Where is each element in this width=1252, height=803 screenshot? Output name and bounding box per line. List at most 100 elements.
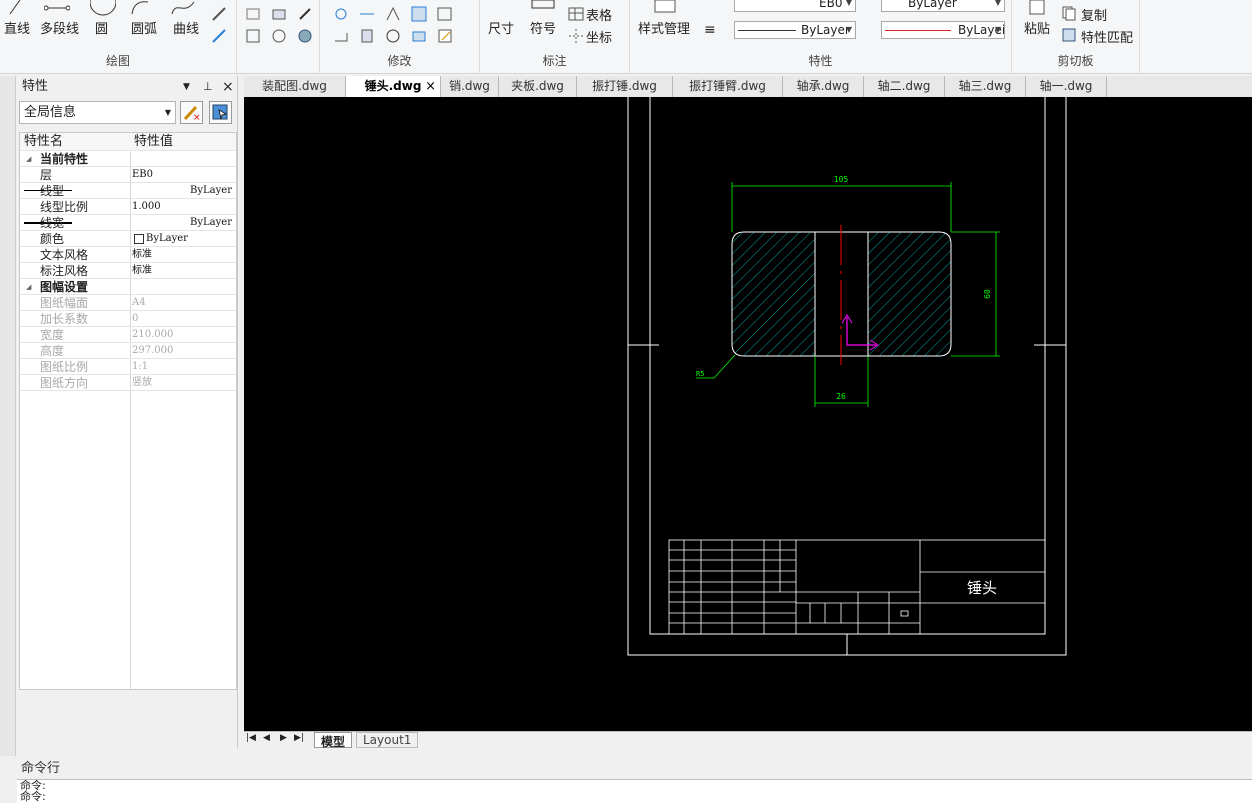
pin-icon[interactable]: ⊥ (203, 76, 213, 98)
property-value[interactable]: ByLayer (146, 231, 250, 247)
rectangle-icon[interactable] (244, 5, 262, 23)
offset-icon[interactable] (410, 5, 428, 23)
property-value[interactable]: ByLayer (132, 215, 236, 231)
property-row[interactable]: 标注风格 标准 (20, 263, 236, 279)
layer-combo[interactable]: EB0 ▼ (734, 0, 856, 12)
color-combo[interactable]: ByLayer ▼ (881, 0, 1005, 12)
property-row[interactable]: 图纸方向 竖放 (20, 375, 236, 391)
property-row[interactable]: 高度 297.000 (20, 343, 236, 359)
circle-button[interactable]: 圆 (95, 18, 108, 37)
property-row[interactable]: 线型比例 1.000 (20, 199, 236, 215)
command-history[interactable]: 命令: 命令: (17, 779, 1252, 803)
quick-select-icon (212, 104, 228, 120)
collapse-icon[interactable]: ◢ (26, 279, 31, 295)
point-icon[interactable] (296, 5, 314, 23)
tab-document[interactable]: 锤头.dwg × (346, 76, 441, 97)
dimension-button[interactable]: 尺寸 (488, 18, 514, 37)
construction-line-icon[interactable] (210, 27, 228, 45)
toggle-pickadd-button[interactable]: × (180, 101, 203, 124)
drawing-canvas[interactable]: 105 60 26 R5 锤头 (244, 97, 1252, 731)
tab-document[interactable]: 销.dwg (441, 76, 499, 97)
clipboard-group-label: 剪切板 (1057, 54, 1094, 68)
prev-layout-icon[interactable]: ◀ (263, 733, 270, 743)
move-icon[interactable] (332, 5, 350, 23)
property-value[interactable]: 标准 (132, 247, 236, 263)
next-layout-icon[interactable]: ▶ (280, 733, 287, 743)
tab-label: 振打锤臂.dwg (689, 79, 766, 93)
property-row[interactable]: 图纸幅面 A4 (20, 295, 236, 311)
tab-close-icon[interactable]: × (425, 76, 436, 97)
coord-button[interactable]: 坐标 (586, 27, 612, 46)
property-row[interactable]: ◢ 图幅设置 (20, 279, 236, 295)
symbol-button[interactable]: 符号 (530, 18, 556, 37)
arc-button[interactable]: 圆弧 (131, 18, 157, 37)
first-layout-icon[interactable]: |◀ (246, 733, 256, 743)
pen-icon[interactable] (210, 5, 228, 23)
property-value[interactable]: 标准 (132, 263, 236, 279)
scale-icon[interactable] (358, 27, 376, 45)
edit-icon[interactable] (436, 27, 454, 45)
lineweight-list-icon[interactable]: ≡ (704, 22, 716, 38)
rotate-icon[interactable] (384, 27, 402, 45)
property-value[interactable]: EB0 (132, 167, 236, 183)
property-row[interactable]: 线型 ByLayer (20, 183, 236, 199)
table-button[interactable]: 表格 (586, 5, 612, 24)
copy-button[interactable]: 复制 (1081, 5, 1107, 24)
paste-button[interactable]: 粘贴 (1024, 18, 1050, 37)
line-button[interactable]: 直线 (4, 18, 30, 37)
command-area: 命令行 命令: 命令: (17, 755, 1252, 803)
side-strip[interactable] (0, 76, 16, 756)
property-row[interactable]: 线宽 ByLayer (20, 215, 236, 231)
curve-icon (171, 1, 195, 15)
property-row[interactable]: 层 EB0 (20, 167, 236, 183)
property-name: 高度 (40, 344, 65, 358)
tab-document[interactable]: 轴承.dwg (783, 76, 864, 97)
property-value[interactable]: ByLayer (132, 183, 236, 199)
property-value[interactable]: 1.000 (132, 199, 236, 215)
property-row[interactable]: 颜色 ByLayer (20, 231, 236, 247)
collapse-icon[interactable]: ◢ (26, 151, 31, 167)
property-row[interactable]: 加长系数 0 (20, 311, 236, 327)
panel-menu-icon[interactable]: ▼ (183, 76, 190, 98)
property-value: A4 (132, 297, 146, 308)
tab-document[interactable]: 夹板.dwg (499, 76, 577, 97)
property-value: 210.000 (132, 329, 174, 340)
panel-header: 特性 ▼ ⊥ × (17, 76, 237, 98)
stretch-icon[interactable] (332, 27, 350, 45)
circle-icon (90, 0, 116, 16)
document-tabs: 装配图.dwg 锤头.dwg × 销.dwg 夹板.dwg 振打锤.dwg 振打锤臂.dwg… (244, 76, 1252, 97)
tab-document[interactable]: 轴一.dwg (1026, 76, 1107, 97)
polyline-button[interactable]: 多段线 (40, 18, 79, 37)
tab-document[interactable]: 振打锤臂.dwg (673, 76, 783, 97)
tab-layout1[interactable]: Layout1 (356, 732, 419, 748)
style-manager-button[interactable]: 样式管理 (638, 18, 690, 37)
match-props-button[interactable]: 特性匹配 (1081, 27, 1133, 46)
boundary-icon[interactable] (296, 27, 314, 45)
tab-model[interactable]: 模型 (314, 732, 353, 749)
trim-icon[interactable] (358, 5, 376, 23)
region-icon[interactable] (270, 27, 288, 45)
hatch-icon[interactable] (244, 27, 262, 45)
property-row[interactable]: 图纸比例 1:1 (20, 359, 236, 375)
polygon-icon[interactable] (270, 5, 288, 23)
property-name: 图纸幅面 (40, 296, 89, 310)
close-icon[interactable]: × (222, 76, 234, 98)
tab-document[interactable]: 装配图.dwg (244, 76, 346, 97)
draw-group: 直线 多段线 圆 圆弧 曲线 绘图 (0, 0, 237, 74)
style-manager-icon (654, 0, 676, 13)
property-row[interactable]: ◢ 当前特性 (20, 151, 236, 167)
modify-group-label: 修改 (387, 54, 412, 68)
property-row[interactable]: 文本风格 标准 (20, 247, 236, 263)
object-selector[interactable]: 全局信息 ▼ (19, 101, 176, 124)
copy-obj-icon[interactable] (410, 27, 428, 45)
array-icon[interactable] (436, 5, 454, 23)
property-row[interactable]: 宽度 210.000 (20, 327, 236, 343)
quick-select-button[interactable] (209, 101, 232, 124)
tab-document[interactable]: 轴三.dwg (945, 76, 1026, 97)
tab-document[interactable]: 振打锤.dwg (577, 76, 673, 97)
curve-button[interactable]: 曲线 (173, 18, 199, 37)
property-name: 层 (40, 168, 53, 182)
tab-document[interactable]: 轴二.dwg (864, 76, 945, 97)
mirror-icon[interactable] (384, 5, 402, 23)
last-layout-icon[interactable]: ▶| (294, 733, 304, 743)
